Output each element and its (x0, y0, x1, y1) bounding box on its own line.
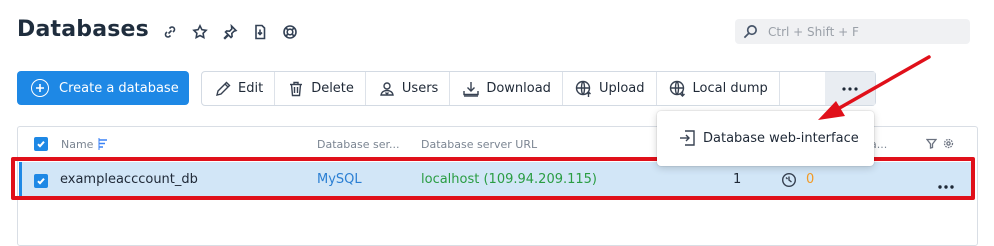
globe-upload-icon (575, 80, 591, 97)
download-icon (463, 81, 480, 97)
upload-button[interactable]: Upload (563, 72, 657, 105)
pin-icon[interactable] (220, 22, 240, 42)
database-server-link[interactable]: MySQL (317, 172, 362, 187)
search-box[interactable] (735, 19, 970, 44)
create-database-button[interactable]: Create a database (17, 71, 189, 105)
settings-icon[interactable] (943, 138, 954, 149)
table-tools (926, 138, 954, 149)
more-actions-button[interactable] (825, 72, 875, 105)
menu-item-database-web-interface[interactable]: Database web-interface (677, 128, 859, 148)
action-toolbar: Edit Delete Users Download Upload Local … (201, 71, 876, 106)
row-menu-icon[interactable] (937, 175, 955, 189)
row-selected-indicator (19, 162, 22, 199)
search-input[interactable] (766, 23, 960, 40)
pencil-icon (216, 81, 231, 96)
lifebuoy-icon[interactable] (280, 22, 300, 42)
delete-button[interactable]: Delete (275, 72, 366, 105)
page-title: Databases (17, 17, 149, 42)
users-icon (380, 81, 394, 96)
create-database-label: Create a database (59, 80, 179, 96)
download-label: Download (486, 81, 551, 96)
title-actions (160, 22, 300, 42)
edit-button[interactable]: Edit (202, 72, 276, 105)
row-count-value: 1 (733, 172, 742, 187)
more-icon (842, 86, 858, 91)
local-dump-button[interactable]: Local dump (657, 72, 780, 105)
sort-icon[interactable] (97, 136, 109, 150)
users-button[interactable]: Users (366, 72, 451, 105)
star-icon[interactable] (190, 22, 210, 42)
delete-label: Delete (311, 81, 354, 96)
column-header-db-server[interactable]: Database ser... (317, 138, 399, 151)
menu-item-label: Database web-interface (703, 130, 859, 146)
globe-dump-icon (669, 80, 685, 97)
upload-label: Upload (598, 81, 645, 96)
column-header-name[interactable]: Name (61, 138, 93, 151)
plus-circle-icon (31, 79, 49, 97)
sign-in-icon (680, 130, 695, 146)
alert-count-value: 0 (806, 172, 815, 187)
database-name[interactable]: exampleacccount_db (60, 172, 198, 187)
more-actions-dropdown: Database web-interface (657, 111, 874, 166)
filter-icon[interactable] (926, 138, 937, 149)
row-checkbox[interactable] (34, 174, 48, 188)
search-icon (743, 25, 757, 39)
link-icon[interactable] (160, 22, 180, 42)
database-server-url[interactable]: localhost (109.94.209.115) (421, 172, 597, 187)
download-button[interactable]: Download (450, 72, 563, 105)
download-doc-icon[interactable] (250, 22, 270, 42)
edit-label: Edit (238, 81, 264, 96)
column-header-db-server-url[interactable]: Database server URL (421, 138, 537, 151)
trash-icon (290, 81, 303, 96)
clock-alert-icon (781, 172, 797, 188)
select-all-checkbox[interactable] (34, 137, 48, 151)
local-dump-label: Local dump (692, 81, 768, 96)
users-label: Users (401, 81, 439, 96)
